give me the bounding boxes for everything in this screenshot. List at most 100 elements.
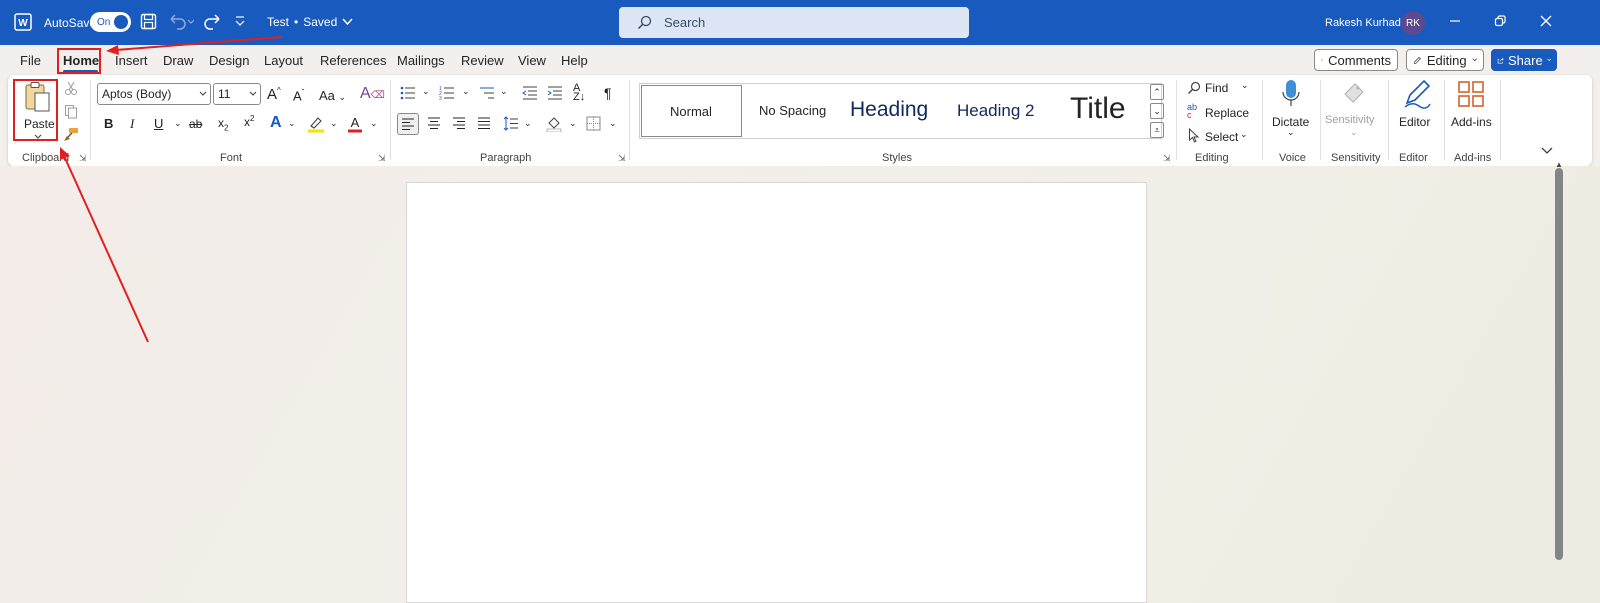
align-left-button[interactable] (397, 113, 419, 135)
multilevel-list-icon[interactable] (479, 86, 495, 100)
bold-icon[interactable]: B (104, 117, 113, 130)
underline-dropdown-icon[interactable]: ⌄ (174, 119, 182, 128)
avatar[interactable]: RK (1401, 11, 1425, 35)
borders-icon[interactable] (586, 116, 601, 131)
line-spacing-dropdown-icon[interactable]: ⌄ (524, 119, 532, 128)
ribbon: Paste Clipboard ⇲ Aptos (Body) 11 A^ Aˇ … (8, 75, 1592, 166)
tab-file[interactable]: File (20, 53, 41, 68)
select-button[interactable]: Select ⌄ (1185, 127, 1255, 145)
styles-more-button[interactable]: ⩡ (1150, 122, 1164, 138)
collapse-ribbon-icon[interactable] (1541, 147, 1553, 155)
show-formatting-icon[interactable]: ¶ (604, 86, 612, 100)
align-center-icon[interactable] (427, 117, 441, 130)
subscript-icon[interactable]: x2 (218, 117, 228, 132)
sort-icon[interactable]: A Z↓ (573, 83, 585, 103)
tab-view[interactable]: View (518, 53, 546, 68)
close-icon[interactable] (1540, 15, 1552, 30)
underline-icon[interactable]: U (154, 117, 163, 130)
font-name-dropdown[interactable]: Aptos (Body) (97, 83, 211, 105)
superscript-icon[interactable]: x2 (244, 115, 254, 129)
word-logo-icon[interactable]: W (14, 13, 32, 34)
multilevel-dropdown-icon[interactable]: ⌄ (500, 87, 508, 96)
shading-dropdown-icon[interactable]: ⌄ (569, 119, 577, 128)
text-effects-dropdown-icon[interactable]: ⌄ (288, 119, 296, 128)
document-title[interactable]: Test • Saved (267, 15, 353, 29)
title-bar: W AutoSave On Test • Saved Search Rakesh… (0, 0, 1600, 45)
microphone-icon (1282, 80, 1300, 106)
tab-references[interactable]: References (320, 53, 386, 68)
bullets-dropdown-icon[interactable]: ⌄ (422, 87, 430, 96)
save-icon[interactable] (140, 13, 157, 33)
style-heading-2[interactable]: Heading 2 (957, 101, 1035, 121)
line-spacing-icon[interactable] (503, 116, 519, 131)
tab-insert[interactable]: Insert (115, 53, 148, 68)
paste-highlight (13, 79, 58, 141)
tab-design[interactable]: Design (209, 53, 249, 68)
replace-button[interactable]: ab c Replace (1185, 103, 1255, 121)
style-normal[interactable]: Normal (641, 85, 742, 137)
strikethrough-icon[interactable]: ab (189, 118, 202, 130)
tab-help[interactable]: Help (561, 53, 588, 68)
search-box[interactable]: Search (619, 7, 969, 38)
minimize-icon[interactable] (1449, 15, 1461, 30)
align-right-icon[interactable] (452, 117, 466, 130)
sensitivity-button[interactable]: Sensitivity ⌄ (1324, 78, 1382, 144)
addins-button[interactable]: Add-ins (1448, 78, 1494, 144)
clipboard-launcher-icon[interactable]: ⇲ (79, 153, 87, 164)
numbering-dropdown-icon[interactable]: ⌄ (462, 87, 470, 96)
group-divider (1500, 80, 1501, 160)
styles-scroll-down-button[interactable]: ⌄ (1150, 103, 1164, 119)
style-title[interactable]: Title (1070, 92, 1126, 126)
paragraph-launcher-icon[interactable]: ⇲ (618, 153, 626, 164)
text-effects-icon[interactable]: A (270, 115, 282, 131)
share-button[interactable]: Share (1491, 49, 1557, 71)
numbering-icon[interactable]: 123 (439, 86, 455, 100)
comments-button[interactable]: Comments (1314, 49, 1398, 71)
change-case-button[interactable]: Aa ⌄ (319, 89, 346, 102)
highlight-dropdown-icon[interactable]: ⌄ (330, 119, 338, 128)
tab-layout[interactable]: Layout (264, 53, 303, 68)
style-no-spacing[interactable]: No Spacing (759, 103, 826, 118)
clear-formatting-icon[interactable]: A⌫ (360, 86, 385, 102)
bullets-icon[interactable] (400, 86, 416, 100)
styles-launcher-icon[interactable]: ⇲ (1163, 153, 1171, 164)
autosave-label: AutoSave (44, 16, 97, 30)
group-divider (1444, 80, 1445, 160)
increase-indent-icon[interactable] (547, 86, 563, 100)
editing-mode-button[interactable]: Editing (1406, 49, 1484, 71)
justify-icon[interactable] (477, 117, 491, 130)
borders-dropdown-icon[interactable]: ⌄ (609, 119, 617, 128)
customize-toolbar-icon[interactable] (234, 14, 246, 31)
vertical-scrollbar[interactable] (1555, 168, 1563, 560)
find-button[interactable]: Find ⌄ (1185, 79, 1250, 97)
highlight-icon[interactable] (307, 115, 325, 133)
tab-mailings[interactable]: Mailings (397, 53, 445, 68)
font-color-dropdown-icon[interactable]: ⌄ (370, 119, 378, 128)
editor-button[interactable]: Editor (1392, 78, 1440, 144)
pencil-icon (1413, 56, 1421, 64)
shrink-font-icon[interactable]: Aˇ (293, 89, 304, 103)
font-size-dropdown[interactable]: 11 (213, 83, 261, 105)
restore-icon[interactable] (1494, 15, 1506, 30)
styles-scroll-up-button[interactable]: ⌃ (1150, 84, 1164, 100)
document-page[interactable] (406, 182, 1147, 603)
decrease-indent-icon[interactable] (522, 86, 538, 100)
undo-icon[interactable] (168, 12, 195, 33)
font-launcher-icon[interactable]: ⇲ (378, 153, 386, 164)
tab-draw[interactable]: Draw (163, 53, 193, 68)
paragraph-group-label: Paragraph (480, 152, 532, 164)
cut-icon[interactable] (64, 81, 78, 96)
copy-icon[interactable] (64, 104, 78, 119)
dictate-button[interactable]: Dictate ⌄ (1269, 78, 1313, 144)
italic-icon[interactable]: I (130, 117, 134, 130)
grow-font-icon[interactable]: A^ (267, 87, 281, 103)
autosave-toggle[interactable]: On (90, 12, 131, 32)
format-painter-icon[interactable] (63, 127, 79, 142)
redo-icon[interactable] (204, 12, 222, 33)
shading-icon[interactable] (546, 115, 562, 132)
tab-review[interactable]: Review (461, 53, 504, 68)
group-divider (90, 80, 91, 160)
font-color-icon[interactable]: A (347, 115, 363, 133)
style-heading[interactable]: Heading (850, 98, 928, 122)
group-divider (1388, 80, 1389, 160)
